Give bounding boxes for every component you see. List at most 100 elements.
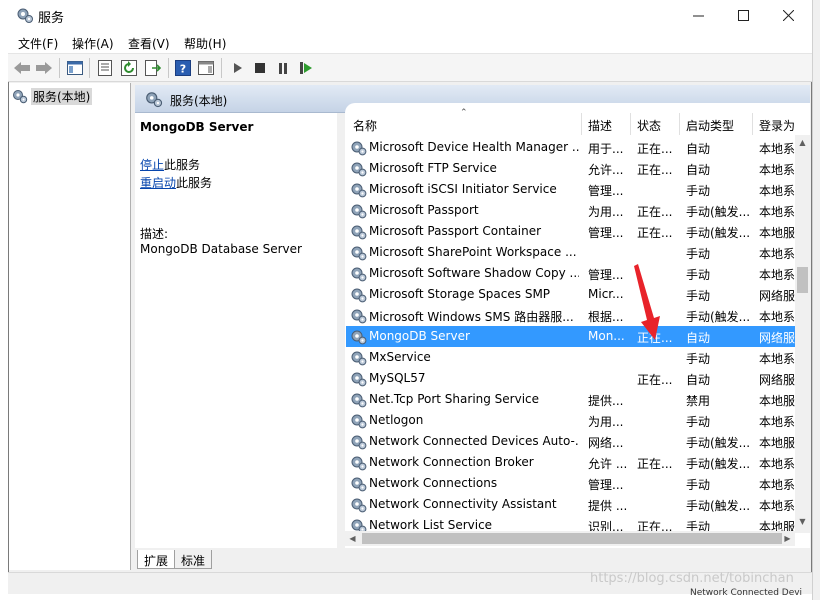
restart-service-button[interactable] xyxy=(296,58,316,78)
show-hide-action-pane-button[interactable] xyxy=(196,58,216,78)
service-name: Network Connectivity Assistant xyxy=(369,497,557,511)
service-status: 正在... xyxy=(637,457,673,471)
stop-service-button[interactable] xyxy=(250,58,270,78)
menu-help[interactable]: 帮助(H) xyxy=(184,35,226,52)
description-label: 描述: xyxy=(140,227,169,241)
table-row[interactable]: Microsoft Passport Container 管理... 正在... 手动… xyxy=(346,221,796,242)
service-gear-icon xyxy=(350,454,367,471)
tab-extended[interactable]: 扩展 xyxy=(137,550,176,569)
minimize-button[interactable] xyxy=(676,0,721,31)
vertical-scroll-thumb[interactable] xyxy=(797,267,808,293)
help-button[interactable]: ? xyxy=(173,58,193,78)
chevron-left-icon: ◀ xyxy=(349,534,356,543)
table-row[interactable]: Network Connected Devices Auto-... 网络... 手… xyxy=(346,431,796,452)
column-header-status[interactable]: 状态 xyxy=(637,117,661,134)
service-startup-type: 手动(触发... xyxy=(686,226,751,240)
service-gear-icon xyxy=(350,286,367,303)
close-button[interactable] xyxy=(766,0,811,31)
stop-service-link[interactable]: 停止 xyxy=(140,158,164,172)
service-name: Microsoft Passport xyxy=(369,203,479,217)
close-icon xyxy=(783,10,794,21)
service-startup-type: 自动 xyxy=(686,142,711,156)
column-divider[interactable] xyxy=(752,113,753,135)
column-divider[interactable] xyxy=(581,113,582,135)
pause-service-button[interactable] xyxy=(273,58,293,78)
view-tabs-bar xyxy=(135,548,810,570)
table-row[interactable]: Microsoft FTP Service 允许... 正在... 自动 本地系 xyxy=(346,158,796,179)
menu-view[interactable]: 查看(V) xyxy=(128,35,170,52)
service-log-on-as: 本地服 xyxy=(759,436,795,450)
forward-button[interactable] xyxy=(34,58,54,78)
sort-ascending-icon: ⌃ xyxy=(460,108,468,118)
table-row[interactable]: Network Connectivity Assistant 提供 ... 手动(触… xyxy=(346,494,796,515)
service-name: Microsoft Storage Spaces SMP xyxy=(369,287,551,301)
table-row[interactable]: Microsoft iSCSI Initiator Service 管理... 手动… xyxy=(346,179,796,200)
tab-standard[interactable]: 标准 xyxy=(174,550,213,569)
column-divider[interactable] xyxy=(679,113,680,135)
show-hide-tree-button[interactable] xyxy=(65,58,85,78)
table-row[interactable]: Microsoft Storage Spaces SMP Micr... 手动 网络服 xyxy=(346,284,796,305)
table-row[interactable]: Microsoft Device Health Manager ... 用于...… xyxy=(346,137,796,158)
service-description: 根据... xyxy=(588,310,624,324)
table-row[interactable]: Netlogon 为用... 手动 本地系 xyxy=(346,410,796,431)
table-row[interactable]: MySQL57 正在... 自动 网络服 xyxy=(346,368,796,389)
refresh-button[interactable] xyxy=(119,58,139,78)
table-row[interactable]: Network Connection Broker 允许 ... 正在... 手动(触… xyxy=(346,452,796,473)
help-icon: ? xyxy=(175,60,191,76)
menu-action[interactable]: 操作(A) xyxy=(72,35,114,52)
export-list-button[interactable] xyxy=(143,58,163,78)
maximize-button[interactable] xyxy=(721,0,766,31)
start-service-button[interactable] xyxy=(228,58,248,78)
table-row[interactable]: MxService 手动 本地系 xyxy=(346,347,796,368)
scroll-up-button[interactable]: ▲ xyxy=(795,135,810,150)
properties-button[interactable] xyxy=(95,58,115,78)
table-row[interactable]: Microsoft Windows SMS 路由器服... 根据... 手动(触发.… xyxy=(346,305,796,326)
restart-service-row: 重启动此服务 xyxy=(140,174,212,191)
description-value: MongoDB Database Server xyxy=(140,242,302,256)
service-startup-type: 手动 xyxy=(686,478,711,492)
restart-service-link[interactable]: 重启动 xyxy=(140,176,176,190)
service-name: Netlogon xyxy=(369,413,424,427)
table-row[interactable]: Microsoft Passport 为用... 正在... 手动(触发... 本地系 xyxy=(346,200,796,221)
scroll-right-button[interactable]: ▶ xyxy=(780,531,795,546)
vertical-scrollbar[interactable] xyxy=(795,135,810,533)
back-button[interactable] xyxy=(12,58,32,78)
column-header-startup-type[interactable]: 启动类型 xyxy=(686,117,734,134)
service-startup-type: 手动 xyxy=(686,415,711,429)
table-row[interactable]: Microsoft SharePoint Workspace ... 手动 本地系 xyxy=(346,242,796,263)
scroll-left-button[interactable]: ◀ xyxy=(345,531,360,546)
table-row[interactable]: Network Connections 管理... 手动 本地系 xyxy=(346,473,796,494)
service-log-on-as: 网络服 xyxy=(759,331,795,345)
service-log-on-as: 本地系 xyxy=(759,478,795,492)
service-startup-type: 手动(触发... xyxy=(686,310,751,324)
menu-file[interactable]: 文件(F) xyxy=(18,35,58,52)
back-arrow-icon xyxy=(14,62,30,74)
watermark-text: https://blog.csdn.net/tobinchan xyxy=(590,571,794,586)
toolbar-separator xyxy=(59,58,60,78)
service-gear-icon xyxy=(350,328,367,345)
service-status: 正在... xyxy=(637,373,673,387)
service-startup-type: 手动 xyxy=(686,184,711,198)
service-gear-icon xyxy=(350,181,367,198)
table-row-selected[interactable]: MongoDB ServerMon...正在...自动网络服 xyxy=(346,326,796,347)
service-description: 为用... xyxy=(588,415,624,429)
service-name: MongoDB Server xyxy=(369,329,470,343)
column-divider[interactable] xyxy=(630,113,631,135)
column-header-name[interactable]: 名称 xyxy=(353,117,377,134)
service-log-on-as: 网络服 xyxy=(759,289,795,303)
service-name: Network Connection Broker xyxy=(369,455,534,469)
table-row[interactable]: Microsoft Software Shadow Copy ... 管理... 手… xyxy=(346,263,796,284)
tree-node-services-local[interactable]: 服务(本地) xyxy=(12,87,93,105)
restart-service-icon xyxy=(299,62,312,74)
service-startup-type: 自动 xyxy=(686,163,711,177)
toolbar-separator xyxy=(89,58,90,78)
services-gear-icon xyxy=(13,90,28,104)
table-row[interactable]: Net.Tcp Port Sharing Service 提供... 禁用 本地服 xyxy=(346,389,796,410)
column-header-description[interactable]: 描述 xyxy=(588,117,612,134)
service-startup-type: 手动 xyxy=(686,352,711,366)
pause-service-icon xyxy=(279,62,287,74)
scroll-down-button[interactable]: ▼ xyxy=(795,514,810,529)
horizontal-scroll-thumb[interactable] xyxy=(362,533,782,544)
services-gear-icon xyxy=(146,92,163,108)
column-header-log-on-as[interactable]: 登录为 xyxy=(759,117,795,134)
